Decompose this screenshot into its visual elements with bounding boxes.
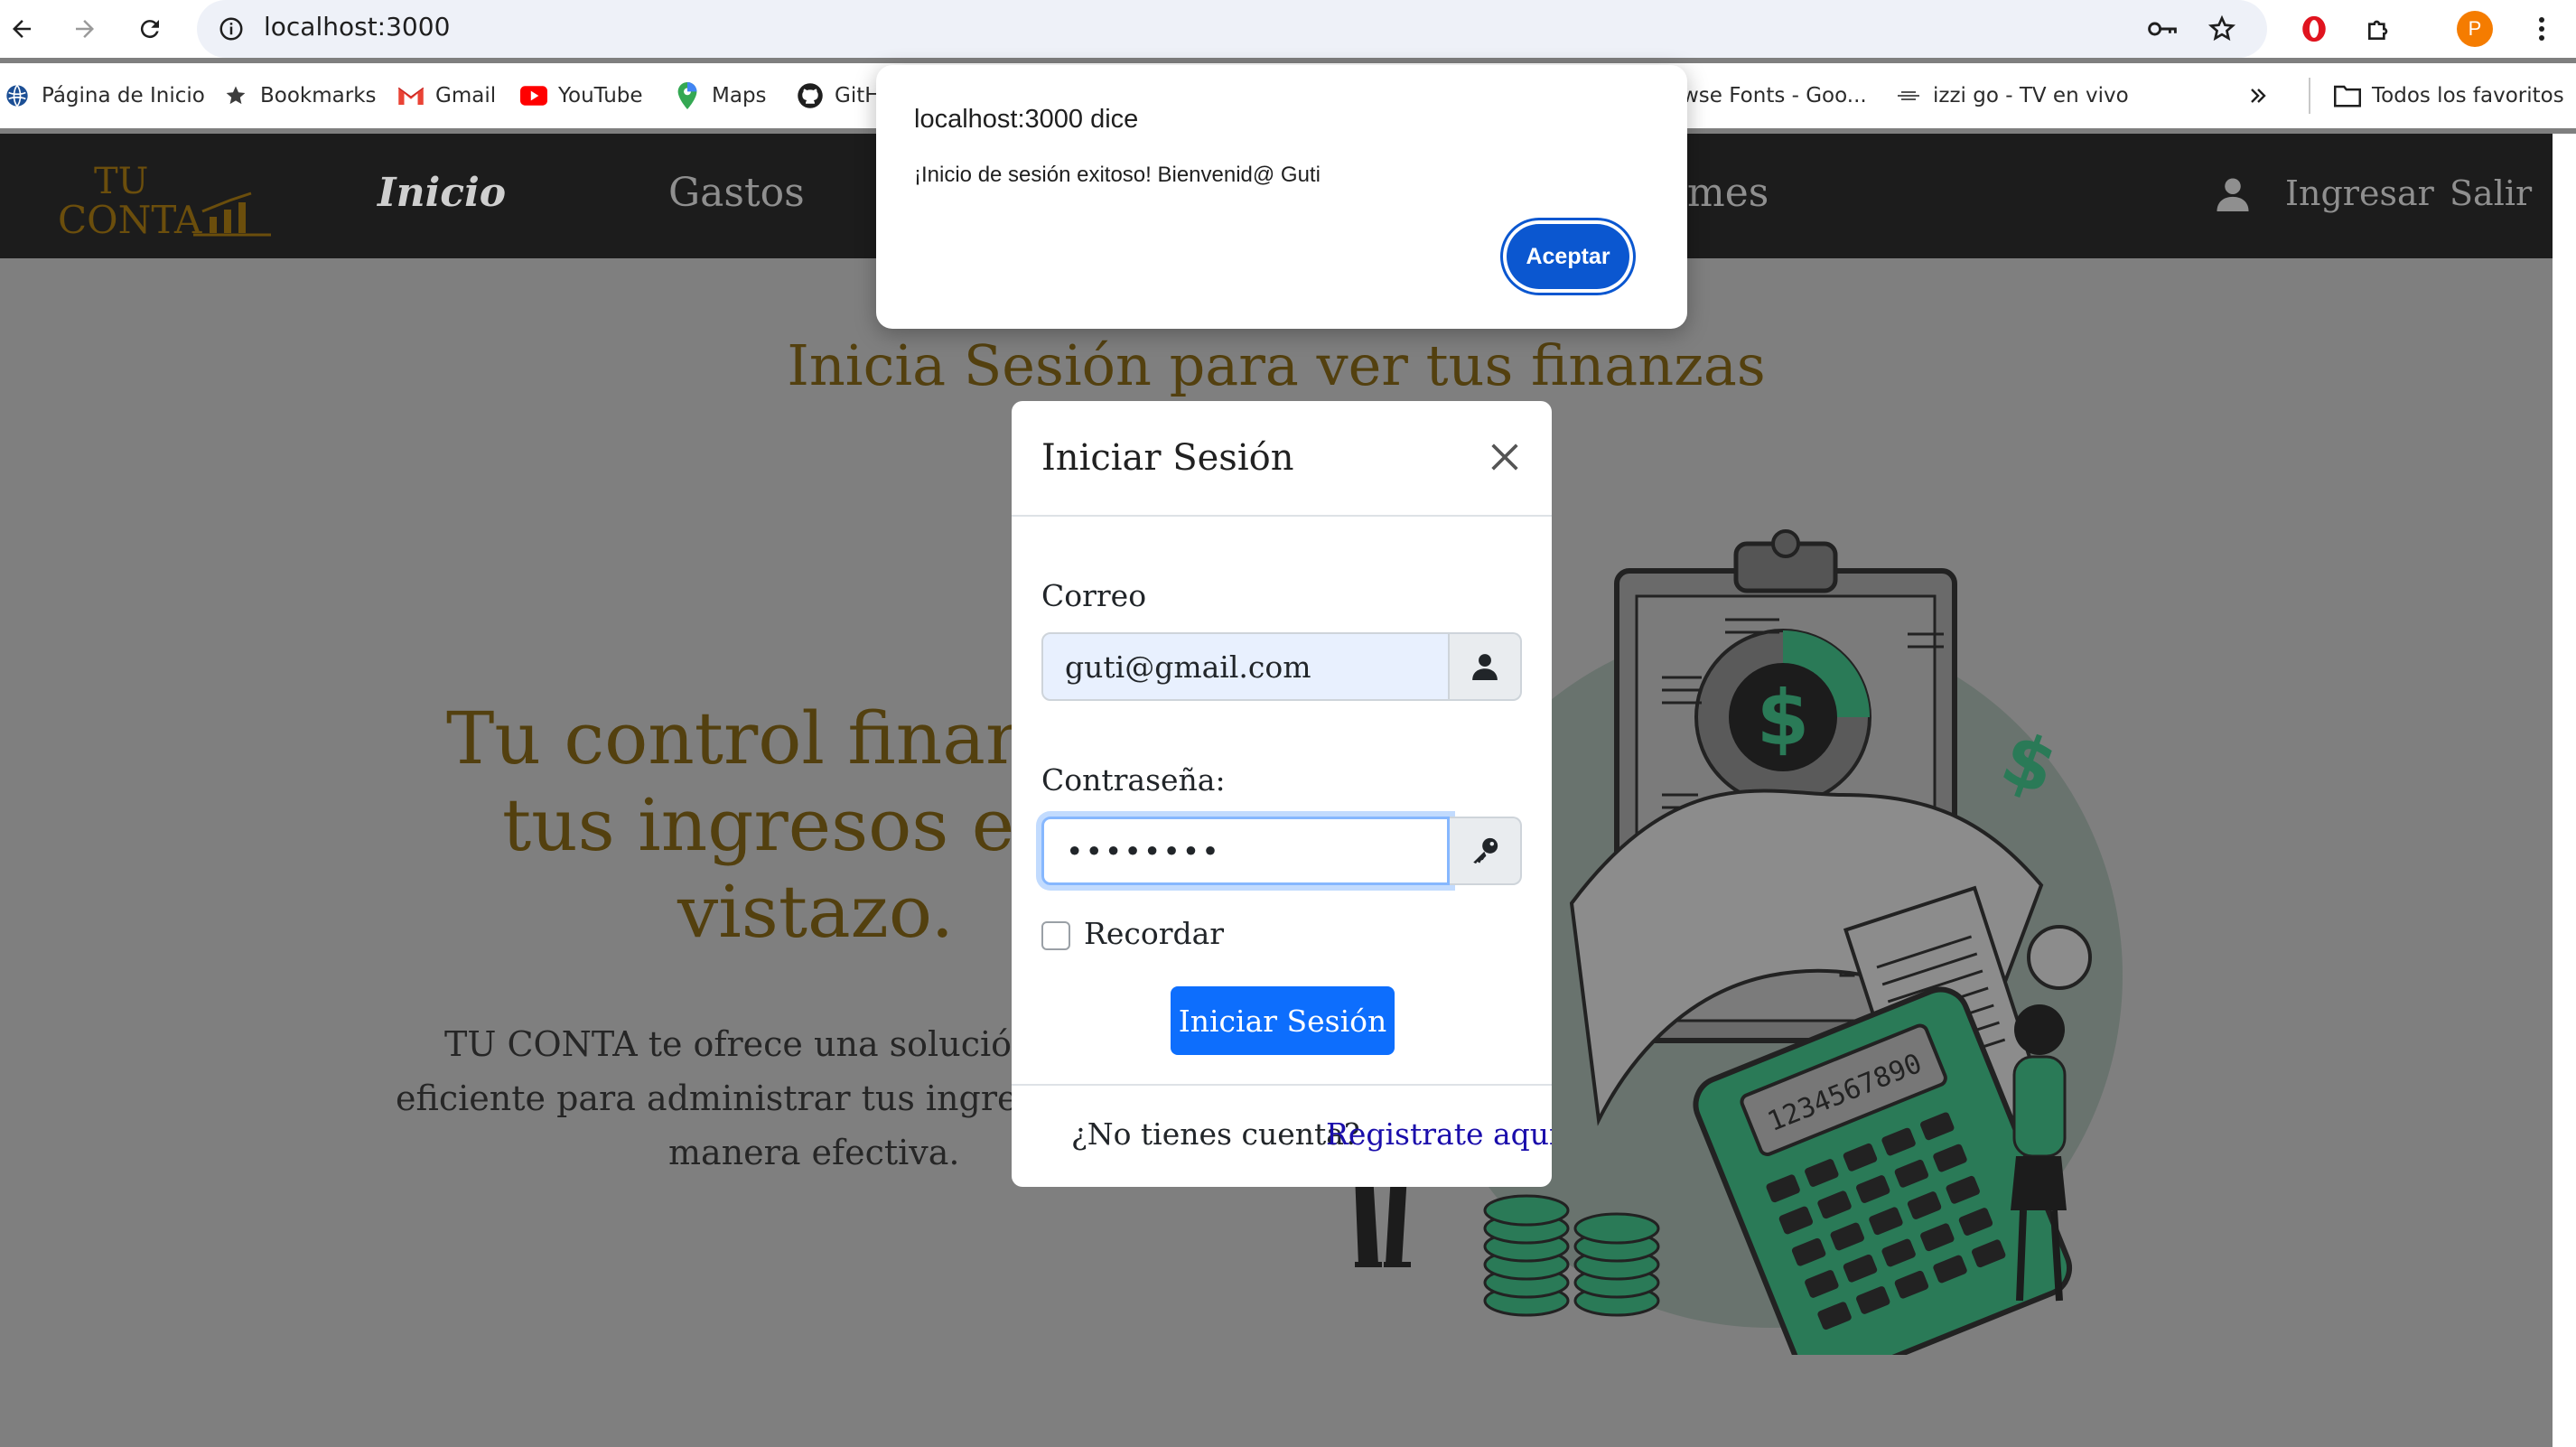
login-modal: Iniciar Sesión Correo guti@gmail.com Con… xyxy=(1012,401,1552,1187)
bookmark-star-icon[interactable] xyxy=(2200,7,2244,51)
extensions-puzzle-icon[interactable] xyxy=(2357,7,2401,51)
email-label: Correo xyxy=(1041,578,1147,613)
opera-extension-icon[interactable] xyxy=(2292,7,2336,51)
alert-title: localhost:3000 dice xyxy=(914,105,1139,134)
bookmark-item[interactable]: izzi go - TV en vivo xyxy=(1895,79,2129,112)
izzi-icon xyxy=(1895,82,1922,109)
alert-message: ¡Inicio de sesión exitoso! Bienvenid@ Gu… xyxy=(914,163,1321,187)
login-link[interactable]: Ingresar xyxy=(2285,173,2434,213)
maps-pin-icon xyxy=(674,82,701,109)
bookmark-item[interactable]: Página de Inicio xyxy=(4,79,205,112)
logo-line1: TU xyxy=(94,161,148,202)
user-icon xyxy=(1450,632,1522,701)
bookmark-label: Página de Inicio xyxy=(42,84,205,107)
logo-line2: CONTA xyxy=(58,198,202,240)
nav-link-inicio[interactable]: Inicio xyxy=(378,170,506,216)
bookmarks-divider xyxy=(2309,78,2310,114)
page-heading: Inicia Sesión para ver tus finanzas xyxy=(787,332,1766,398)
bookmark-label: wse Fonts - Goo... xyxy=(1682,84,1867,107)
menu-kebab-icon[interactable] xyxy=(2520,7,2563,51)
bookmark-item[interactable]: Gmail xyxy=(397,79,496,112)
login-submit-button[interactable]: Iniciar Sesión xyxy=(1171,986,1395,1055)
tu-conta-logo[interactable]: TU CONTA xyxy=(58,157,271,242)
github-icon xyxy=(797,82,824,109)
bookmark-item[interactable]: Bookmarks xyxy=(222,79,377,112)
key-icon xyxy=(1450,817,1522,885)
modal-header-divider xyxy=(1012,515,1552,517)
logout-link[interactable]: Salir xyxy=(2450,173,2532,213)
modal-footer-divider xyxy=(1012,1084,1552,1086)
no-account-text: ¿No tienes cuenta? xyxy=(1071,1116,1360,1152)
more-bookmarks-chevron-icon[interactable] xyxy=(2247,79,2269,112)
bookmark-label: YouTube xyxy=(558,84,643,107)
register-link[interactable]: Registrate aqui xyxy=(1326,1116,1552,1152)
close-icon[interactable] xyxy=(1487,439,1523,475)
bookmark-item[interactable]: GitH xyxy=(797,79,881,112)
bookmark-label: GitH xyxy=(835,84,881,107)
folder-icon xyxy=(2334,82,2361,109)
reload-icon[interactable] xyxy=(128,7,172,51)
dollar-sign-icon: $ xyxy=(1757,674,1809,762)
all-bookmarks-button[interactable]: Todos los favoritos xyxy=(2334,79,2564,112)
back-icon[interactable] xyxy=(0,7,43,51)
bookmark-label: Gmail xyxy=(435,84,497,107)
globe-icon xyxy=(4,82,31,109)
remember-label[interactable]: Recordar xyxy=(1084,916,1224,951)
user-icon xyxy=(2217,177,2249,215)
browser-toolbar: localhost:3000 P xyxy=(0,0,2576,58)
bookmark-item[interactable]: Maps xyxy=(674,79,767,112)
bookmark-item[interactable]: wse Fonts - Goo... xyxy=(1682,79,1867,112)
password-key-icon[interactable] xyxy=(2141,7,2184,51)
password-field[interactable]: •••••••• xyxy=(1041,817,1450,885)
profile-avatar-icon[interactable]: P xyxy=(2453,7,2497,51)
youtube-icon xyxy=(520,82,547,109)
bookmark-label: izzi go - TV en vivo xyxy=(1933,84,2129,107)
all-bookmarks-label: Todos los favoritos xyxy=(2372,84,2564,107)
modal-title: Iniciar Sesión xyxy=(1041,437,1294,479)
address-bar[interactable]: localhost:3000 xyxy=(197,0,2267,58)
nav-link-informes[interactable]: mes xyxy=(1687,170,1769,216)
bookmark-item[interactable]: YouTube xyxy=(520,79,643,112)
alert-dialog: localhost:3000 dice ¡Inicio de sesión ex… xyxy=(876,65,1687,329)
alert-ok-button[interactable]: Aceptar xyxy=(1507,224,1629,289)
email-field[interactable]: guti@gmail.com xyxy=(1041,632,1450,701)
site-info-icon[interactable] xyxy=(210,7,253,51)
remember-checkbox[interactable] xyxy=(1041,921,1070,950)
bookmark-label: Bookmarks xyxy=(260,84,377,107)
password-label: Contraseña: xyxy=(1041,762,1226,798)
forward-icon[interactable] xyxy=(63,7,107,51)
bookmark-label: Maps xyxy=(712,84,767,107)
url-text[interactable]: localhost:3000 xyxy=(264,12,450,42)
nav-link-gastos[interactable]: Gastos xyxy=(668,170,805,216)
star-icon xyxy=(222,82,249,109)
gmail-icon xyxy=(397,82,425,109)
profile-initial: P xyxy=(2457,11,2493,47)
scrollbar-track[interactable] xyxy=(2553,134,2576,1447)
